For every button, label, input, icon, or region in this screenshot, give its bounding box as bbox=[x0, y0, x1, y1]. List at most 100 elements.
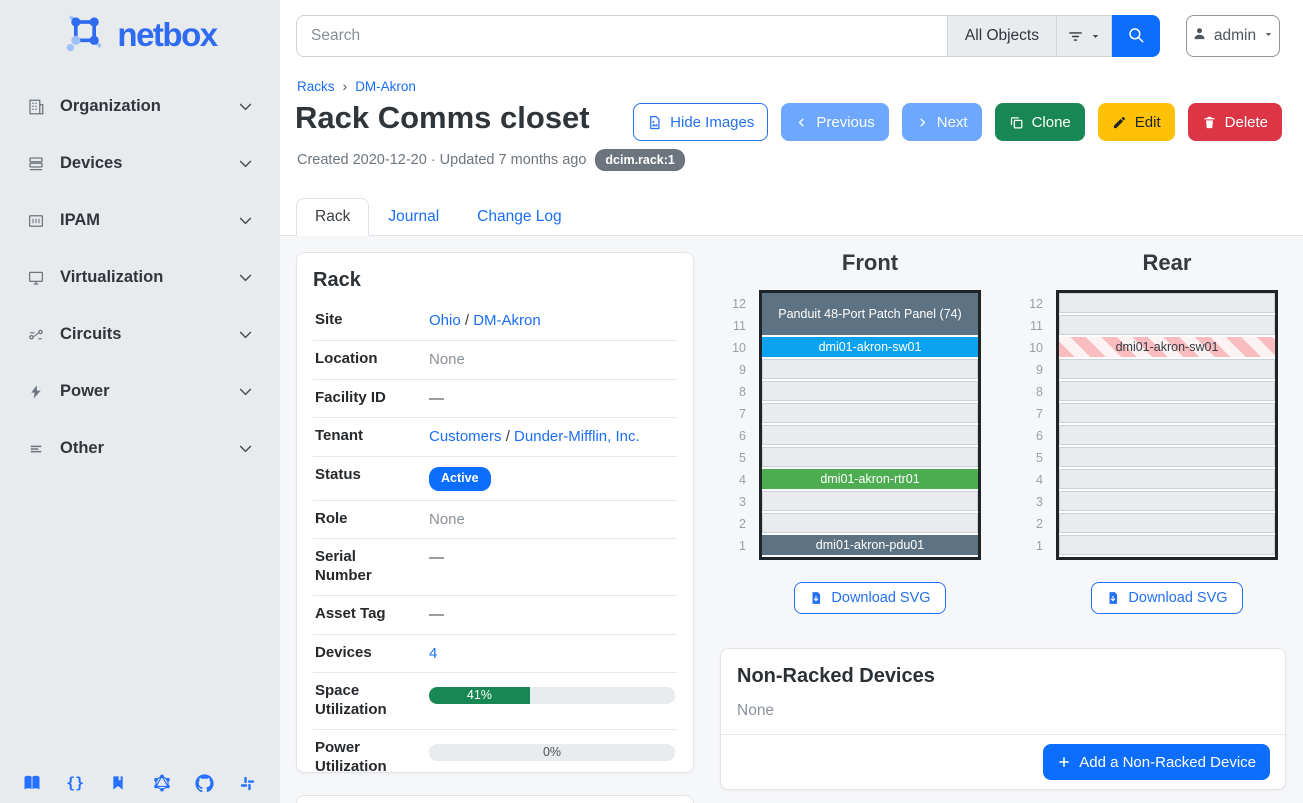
slack-icon[interactable] bbox=[238, 773, 258, 793]
rack-device[interactable]: dmi01-akron-pdu01 bbox=[762, 535, 978, 555]
detail-value: — bbox=[429, 548, 675, 568]
detail-row: Power Utilization 0% bbox=[313, 730, 677, 773]
person-icon bbox=[1192, 26, 1207, 46]
front-elevation-title: Front bbox=[721, 250, 981, 276]
netbox-logo-text: netbox bbox=[117, 16, 216, 54]
search-input[interactable] bbox=[296, 15, 947, 57]
add-non-racked-device-button[interactable]: Add a Non-Racked Device bbox=[1043, 744, 1270, 780]
object-id-badge: dcim.rack:1 bbox=[595, 149, 684, 171]
unit-label: 3 bbox=[1018, 491, 1048, 513]
chevron-down-icon bbox=[237, 440, 254, 457]
search-icon bbox=[1127, 26, 1145, 47]
caret-down-icon bbox=[1090, 31, 1101, 42]
detail-label: Site bbox=[315, 311, 405, 330]
detail-row: LocationNone bbox=[313, 341, 677, 380]
unit-label: 9 bbox=[721, 359, 751, 381]
github-icon[interactable] bbox=[195, 773, 215, 793]
download-svg-button[interactable]: Download SVG bbox=[794, 582, 945, 614]
unit-label: 4 bbox=[1018, 469, 1048, 491]
detail-link[interactable]: DM-Akron bbox=[473, 312, 541, 329]
status-badge: Active bbox=[429, 467, 491, 491]
detail-label: Tenant bbox=[315, 427, 405, 446]
rack-device[interactable]: dmi01-akron-rtr01 bbox=[762, 469, 978, 489]
sidebar-item-organization[interactable]: Organization bbox=[0, 78, 280, 135]
detail-label: Asset Tag bbox=[315, 605, 405, 624]
file-download-icon bbox=[1106, 591, 1120, 605]
tab-journal[interactable]: Journal bbox=[369, 198, 458, 236]
detail-label: Location bbox=[315, 350, 405, 369]
graphql-icon[interactable] bbox=[152, 773, 172, 793]
sidebar-item-other[interactable]: Other bbox=[0, 420, 280, 477]
sidebar-item-ipam[interactable]: IPAM bbox=[0, 192, 280, 249]
docs-icon[interactable] bbox=[22, 773, 42, 793]
detail-row: Space Utilization41% bbox=[313, 673, 677, 730]
sidebar-item-power[interactable]: Power bbox=[0, 363, 280, 420]
chevron-down-icon bbox=[237, 383, 254, 400]
utilization-bar: 0% bbox=[429, 744, 675, 761]
non-racked-devices-card: Non-Racked Devices None Add a Non-Racked… bbox=[720, 648, 1286, 790]
detail-value: None bbox=[429, 510, 675, 530]
utilization-bar: 41% bbox=[429, 687, 675, 704]
chevron-down-icon bbox=[237, 269, 254, 286]
detail-row: Serial Number— bbox=[313, 539, 677, 596]
filter-lines-icon bbox=[1067, 28, 1084, 45]
breadcrumb-link-racks[interactable]: Racks bbox=[297, 79, 335, 94]
rear-elevation: Rear 121110987654321 dmi01-akron-sw01 Do… bbox=[1018, 250, 1278, 614]
detail-link[interactable]: Ohio bbox=[429, 312, 461, 329]
next-card-partial bbox=[296, 795, 694, 803]
detail-value: — bbox=[429, 389, 675, 409]
detail-row: StatusActive bbox=[313, 457, 677, 501]
detail-link[interactable]: Customers bbox=[429, 428, 502, 445]
previous-button[interactable]: Previous bbox=[781, 103, 888, 141]
sidebar-item-circuits[interactable]: Circuits bbox=[0, 306, 280, 363]
front-rack: Panduit 48-Port Patch Panel (74)dmi01-ak… bbox=[759, 290, 981, 560]
detail-link[interactable]: Dunder-Mifflin, Inc. bbox=[514, 428, 640, 445]
search-submit-button[interactable] bbox=[1112, 15, 1160, 57]
download-svg-button[interactable]: Download SVG bbox=[1091, 582, 1242, 614]
breadcrumb-separator-icon: › bbox=[343, 78, 348, 94]
search-filter-button[interactable] bbox=[1056, 15, 1112, 57]
transit-icon bbox=[26, 325, 45, 344]
rack-device[interactable]: dmi01-akron-sw01 bbox=[762, 337, 978, 357]
code-braces-icon[interactable]: {} bbox=[65, 773, 85, 793]
meta-row: Created 2020-12-20 · Updated 7 months ag… bbox=[297, 149, 685, 171]
breadcrumb: Racks › DM-Akron bbox=[297, 78, 416, 94]
detail-value: Ohio / DM-Akron bbox=[429, 311, 675, 331]
hide-images-button[interactable]: Hide Images bbox=[633, 103, 768, 141]
sidebar-item-devices[interactable]: Devices bbox=[0, 135, 280, 192]
breadcrumb-link-site[interactable]: DM-Akron bbox=[355, 79, 416, 94]
netbox-logo[interactable]: netbox bbox=[0, 0, 280, 64]
rack-device[interactable]: Panduit 48-Port Patch Panel (74) bbox=[762, 293, 978, 335]
sidebar-item-label: Power bbox=[60, 382, 110, 401]
next-button[interactable]: Next bbox=[902, 103, 982, 141]
rack-detail-card: Rack SiteOhio / DM-AkronLocationNoneFaci… bbox=[296, 252, 694, 773]
delete-button[interactable]: Delete bbox=[1188, 103, 1282, 141]
unit-label: 5 bbox=[721, 447, 751, 469]
unit-label: 6 bbox=[1018, 425, 1048, 447]
detail-label: Power Utilization bbox=[315, 739, 405, 773]
detail-value: — bbox=[429, 605, 675, 625]
unit-label: 11 bbox=[1018, 315, 1048, 337]
unit-label: 12 bbox=[1018, 293, 1048, 315]
search-scope-button[interactable]: All Objects bbox=[947, 15, 1056, 57]
sidebar-item-label: Devices bbox=[60, 154, 122, 173]
sidebar-item-virtualization[interactable]: Virtualization bbox=[0, 249, 280, 306]
clone-button[interactable]: Clone bbox=[995, 103, 1085, 141]
non-racked-empty-text: None bbox=[737, 702, 1269, 720]
sidebar: netbox Organization Devices IPAMVirtualiza… bbox=[0, 0, 280, 803]
sidebar-item-label: Organization bbox=[60, 97, 161, 116]
unit-label: 7 bbox=[1018, 403, 1048, 425]
global-search-group: All Objects bbox=[296, 15, 1160, 57]
bookmark-icon[interactable] bbox=[108, 773, 128, 793]
tab-change-log[interactable]: Change Log bbox=[458, 198, 580, 236]
plus-icon bbox=[1057, 755, 1071, 769]
user-menu-button[interactable]: admin bbox=[1186, 15, 1280, 57]
chevron-down-icon bbox=[237, 155, 254, 172]
bolt-icon bbox=[26, 382, 45, 401]
tab-rack[interactable]: Rack bbox=[296, 198, 369, 236]
edit-button[interactable]: Edit bbox=[1098, 103, 1175, 141]
detail-link[interactable]: 4 bbox=[429, 645, 437, 662]
page-actions: Hide Images Previous Next Clone Edit bbox=[633, 103, 1282, 141]
rack-device[interactable]: dmi01-akron-sw01 bbox=[1059, 337, 1275, 357]
chevron-down-icon bbox=[237, 98, 254, 115]
